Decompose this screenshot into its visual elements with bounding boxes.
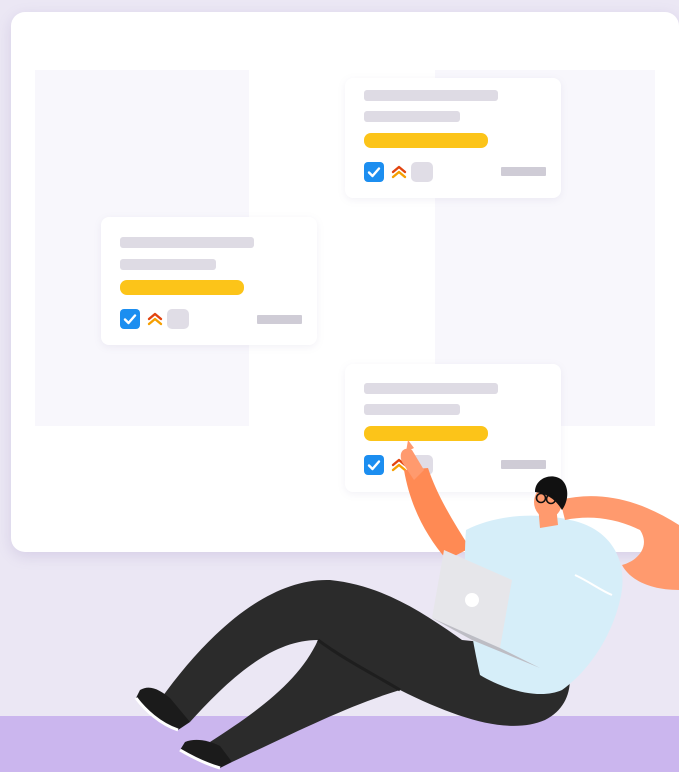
person-with-laptop-illustration bbox=[134, 440, 679, 770]
raised-arm bbox=[404, 468, 470, 560]
